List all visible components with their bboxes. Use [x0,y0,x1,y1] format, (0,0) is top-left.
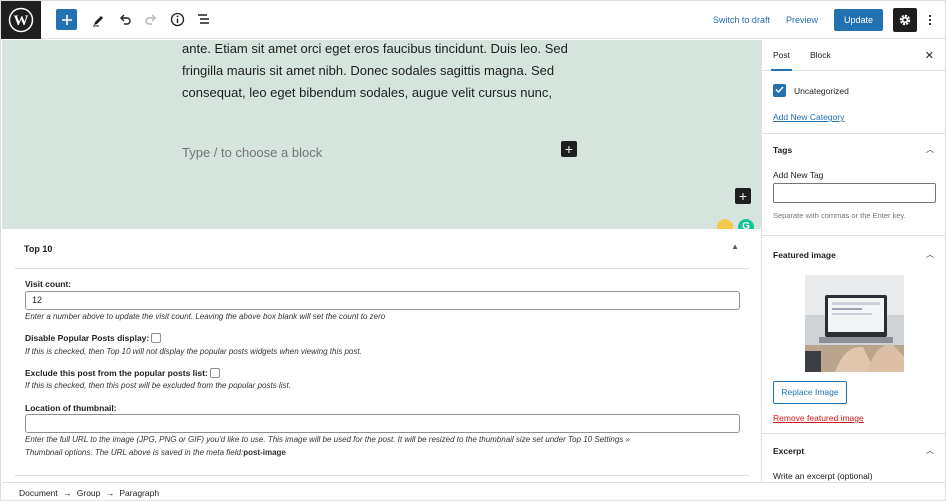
visit-count-input[interactable]: 12 [25,291,740,310]
breadcrumb-group[interactable]: Group [77,488,101,498]
categories-panel: Uncategorized Add New Category [762,71,945,134]
breadcrumb-arrow-icon: → [62,487,72,498]
excerpt-label: Write an excerpt (optional) [773,471,873,481]
tags-title[interactable]: Tags [773,145,792,155]
excerpt-panel: Excerpt ︿ Write an excerpt (optional) [762,434,945,482]
category-checkbox-checked[interactable] [773,84,786,97]
svg-text:W: W [14,13,29,29]
tab-block[interactable]: Block [810,40,831,71]
close-icon[interactable]: ✕ [925,49,934,62]
sidebar-tabs: Post Block ✕ [762,40,945,71]
block-inserter-plus-icon[interactable]: + [561,141,577,157]
remove-featured-image-link[interactable]: Remove featured image [773,413,864,423]
tab-post[interactable]: Post [771,40,793,71]
list-view-icon[interactable] [193,10,213,30]
replace-image-button[interactable]: Replace Image [773,381,847,404]
exclude-post-field: Exclude this post from the popular posts… [25,368,220,378]
grammarly-icon[interactable]: G [738,219,754,229]
add-block-button[interactable] [56,9,77,30]
wordpress-logo-icon[interactable]: W [1,1,41,39]
disable-popular-posts-field: Disable Popular Posts display: [25,333,162,343]
editor-app: W Switch to draft Preview Update ante. E… [0,0,946,501]
exclude-post-label: Exclude this post from the popular posts… [25,368,208,378]
chevron-up-icon[interactable]: ︿ [926,445,934,456]
metabox-title: Top 10 [24,243,53,254]
disable-popular-posts-label: Disable Popular Posts display: [25,333,150,343]
thumbnail-help-text: Thumbnail options. The URL above is save… [25,448,244,457]
add-new-tag-input[interactable] [773,183,936,203]
editor-canvas[interactable]: ante. Etiam sit amet orci eget eros fauc… [2,40,761,229]
metabox-header[interactable]: Top 10 ▲ [15,229,749,269]
chevron-up-icon[interactable]: ︿ [926,144,934,155]
update-button[interactable]: Update [833,9,883,31]
excerpt-title[interactable]: Excerpt [773,446,804,456]
paragraph-block[interactable]: ante. Etiam sit amet orci eget eros fauc… [182,40,582,104]
paragraph-line: consequat, leo eget bibendum sodales, au… [182,85,553,100]
preview-button[interactable]: Preview [786,15,818,25]
breadcrumb-paragraph[interactable]: Paragraph [119,488,159,498]
category-uncategorized-label: Uncategorized [794,86,849,96]
metabox-divider [15,475,749,476]
disable-popular-posts-help: If this is checked, then Top 10 will not… [25,347,362,356]
collapse-arrow-icon[interactable]: ▲ [731,242,739,251]
tags-panel: Tags ︿ Add New Tag Separate with commas … [762,134,945,236]
info-icon[interactable] [167,10,187,30]
visit-count-label: Visit count: [25,279,72,289]
group-inserter-plus-icon[interactable]: + [735,188,751,204]
thumbnail-help-line1: Enter the full URL to the image (JPG, PN… [25,435,630,444]
toolbar-actions: Switch to draft Preview Update [713,1,935,39]
featured-image-title[interactable]: Featured image [773,250,836,260]
top-toolbar: W Switch to draft Preview Update [1,1,945,39]
paragraph-line: ante. Etiam sit amet orci eget eros fauc… [182,41,568,56]
breadcrumb: Document → Group → Paragraph [2,482,945,500]
tags-help: Separate with commas or the Enter key. [773,211,906,220]
block-placeholder[interactable]: Type / to choose a block [182,145,322,160]
visit-count-help: Enter a number above to update the visit… [25,312,386,321]
pencil-icon[interactable] [89,10,109,30]
featured-image-thumbnail[interactable] [805,275,904,372]
settings-sidebar: Post Block ✕ Uncategorized Add New Categ… [761,40,945,482]
breadcrumb-document[interactable]: Document [19,488,58,498]
thumbnail-location-label: Location of thumbnail: [25,403,117,413]
thumbnail-url-input[interactable] [25,414,740,433]
exclude-post-help: If this is checked, then this post will … [25,381,291,390]
gear-icon[interactable] [893,8,917,32]
emoji-icon[interactable] [717,219,733,229]
undo-icon[interactable] [115,10,135,30]
add-new-tag-label: Add New Tag [773,170,824,180]
thumbnail-meta-field: post-image [243,448,286,457]
breadcrumb-arrow-icon: → [105,487,115,498]
redo-icon[interactable] [141,10,161,30]
thumbnail-help-line2: Thumbnail options. The URL above is save… [25,448,286,457]
add-new-category-link[interactable]: Add New Category [773,112,844,122]
disable-popular-posts-checkbox[interactable] [151,333,162,343]
paragraph-line: fringilla mauris sit amet nibh. Donec so… [182,63,555,78]
switch-to-draft-button[interactable]: Switch to draft [713,15,770,25]
chevron-up-icon[interactable]: ︿ [926,249,934,260]
exclude-post-checkbox[interactable] [209,368,220,378]
top10-metabox: Top 10 ▲ Visit count: 12 Enter a number … [2,229,761,482]
more-vertical-icon[interactable] [925,10,935,30]
